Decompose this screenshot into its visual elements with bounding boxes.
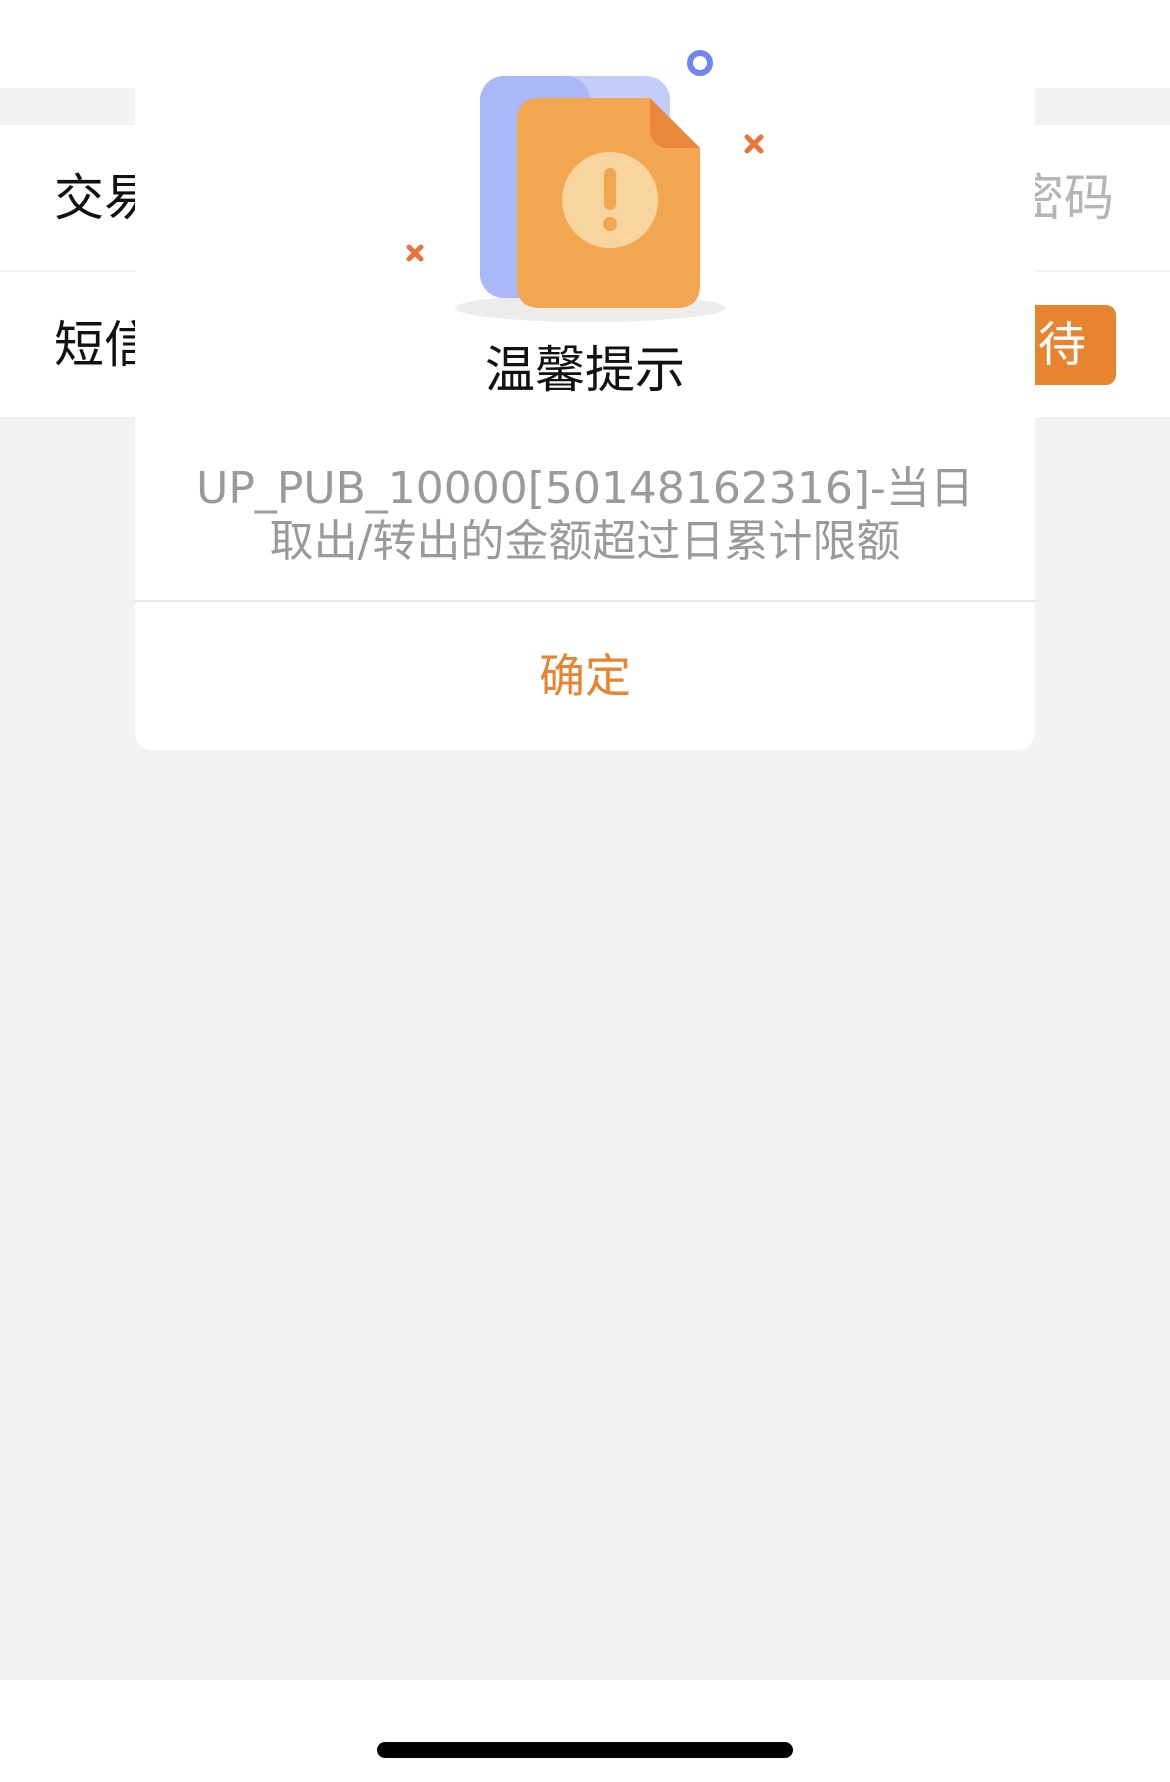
dialog-message: UP_PUB_10000[50148162316]-当日取出/转出的金额超过日累… <box>196 463 974 567</box>
home-indicator[interactable] <box>377 1742 793 1758</box>
warning-document-icon <box>406 50 764 322</box>
dialog-title: 温馨提示 <box>485 341 685 399</box>
confirm-button[interactable]: 确定 <box>135 602 1035 750</box>
bottom-safe-area <box>0 1680 1170 1782</box>
